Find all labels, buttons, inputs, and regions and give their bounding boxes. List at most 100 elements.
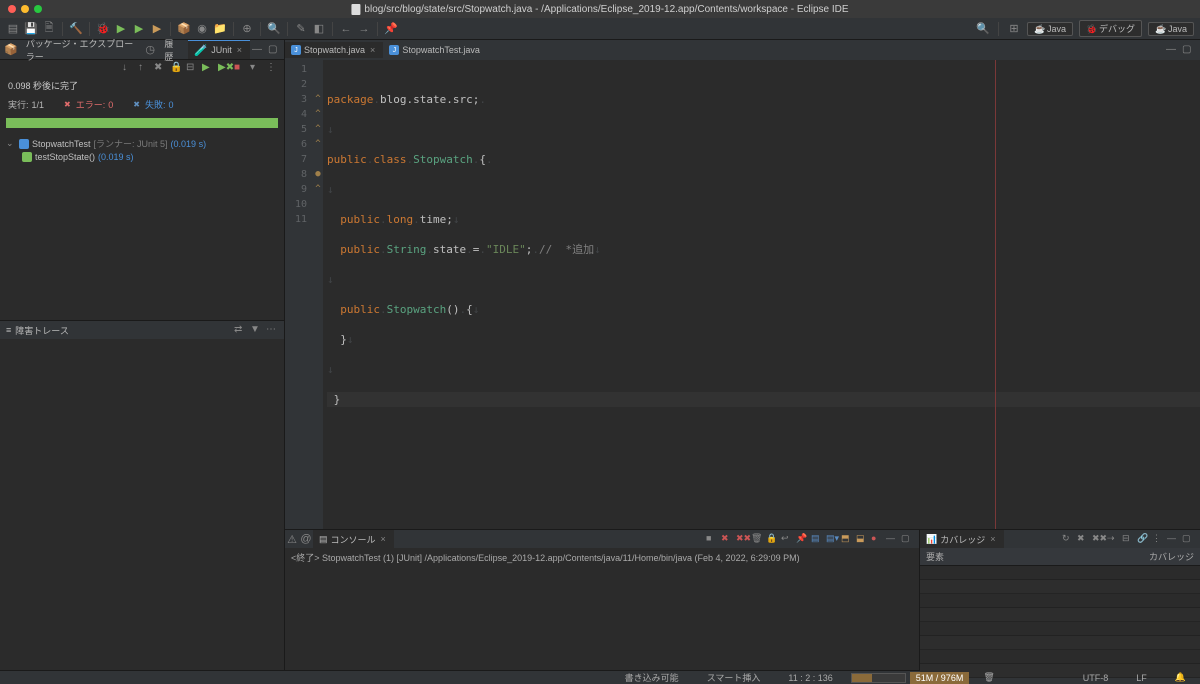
minimize-icon[interactable]: — [886, 533, 898, 545]
tab-console[interactable]: ▤ コンソール × [313, 530, 394, 549]
coverage-icon[interactable]: ▶ [132, 22, 146, 36]
expand-toggle-icon[interactable]: ⌄ [6, 138, 16, 149]
new-class-icon[interactable]: ◉ [195, 22, 209, 36]
main-area: 📦 パッケージ・エクスプローラー ◷ 履歴 🧪 JUnit × — ▢ ↓ ↑ … [0, 40, 1200, 670]
minimize-view-icon[interactable]: — [252, 44, 264, 56]
minimize-editor-icon[interactable]: — [1166, 44, 1178, 56]
window-title: blog/src/blog/state/src/Stopwatch.java -… [351, 4, 848, 15]
gc-icon[interactable]: 🗑 [969, 672, 1008, 683]
maximize-window-button[interactable] [34, 5, 42, 13]
quick-access-icon[interactable]: 🔍 [976, 22, 990, 36]
failure-trace-title: ≡ 障害トレース [6, 324, 69, 337]
view-menu-icon[interactable]: ⋮ [266, 62, 278, 74]
remove-all-sessions-icon[interactable]: ✖✖ [1092, 533, 1104, 545]
debug-icon[interactable]: 🐞 [96, 22, 110, 36]
history-dropdown-icon[interactable]: ▾ [250, 62, 262, 74]
javadoc-icon[interactable]: @ [299, 532, 313, 546]
console-remove-all-icon[interactable]: ✖✖ [736, 533, 748, 545]
run-icon[interactable]: ▶ [114, 22, 128, 36]
new-folder-icon[interactable]: 📁 [213, 22, 227, 36]
heap-bar[interactable] [851, 673, 906, 683]
close-tab-icon[interactable]: × [235, 45, 244, 55]
annotation-column[interactable]: ^^ ^^● ^ [313, 60, 323, 529]
open-perspective-icon[interactable]: ⊞ [1007, 22, 1021, 36]
collapse-all-icon[interactable]: ⊟ [1122, 533, 1134, 545]
stop-icon[interactable]: ■ [234, 62, 246, 74]
close-window-button[interactable] [8, 5, 16, 13]
tab-junit[interactable]: 🧪 JUnit × [188, 40, 250, 59]
scroll-lock-icon[interactable]: 🔒 [170, 62, 182, 74]
pin-icon[interactable]: 📌 [384, 22, 398, 36]
collapse-all-icon[interactable]: ⊟ [186, 62, 198, 74]
display-selected-icon[interactable]: ▤ [811, 533, 823, 545]
editor-tabs: J Stopwatch.java × J StopwatchTest.java … [285, 40, 1200, 60]
open-type-icon[interactable]: ⊕ [240, 22, 254, 36]
maximize-icon[interactable]: ▢ [1182, 533, 1194, 545]
test-root[interactable]: ⌄ StopwatchTest [ランナー: JUnit 5] (0.019 s… [6, 136, 278, 151]
open-console-icon[interactable]: ▤▾ [826, 533, 838, 545]
new-package-icon[interactable]: 📦 [177, 22, 191, 36]
show-on-error-icon[interactable]: ⬓ [856, 533, 868, 545]
next-failure-icon[interactable]: ↓ [122, 62, 134, 74]
show-on-output-icon[interactable]: ⬒ [841, 533, 853, 545]
view-menu-icon[interactable]: ⋮ [1152, 533, 1164, 545]
link-editor-icon[interactable]: 🔗 [1137, 533, 1149, 545]
minimize-window-button[interactable] [21, 5, 29, 13]
perspective-java[interactable]: ☕Java [1027, 22, 1073, 36]
run-last-icon[interactable]: ▶ [150, 22, 164, 36]
encoding-status[interactable]: UTF-8 [1069, 673, 1123, 683]
editor-body[interactable]: 1 2 3 4 5 6 7 8 9 10 11 ^^ ^^● ^ [285, 60, 1200, 529]
close-tab-icon[interactable]: × [988, 534, 997, 544]
new-icon[interactable]: ▤ [6, 22, 20, 36]
rerun-icon[interactable]: ▶ [202, 62, 214, 74]
editor-tab-stopwatch[interactable]: J Stopwatch.java × [285, 42, 383, 58]
maximize-view-icon[interactable]: ▢ [268, 44, 280, 56]
compare-icon[interactable]: ⇄ [234, 324, 246, 336]
perspective-debug[interactable]: 🐞デバッグ [1079, 20, 1142, 37]
maximize-editor-icon[interactable]: ▢ [1182, 44, 1194, 56]
back-icon[interactable]: ← [339, 22, 353, 36]
console-remove-icon[interactable]: ✖ [721, 533, 733, 545]
build-icon[interactable]: 🔨 [69, 22, 83, 36]
trace-menu-icon[interactable]: ⋯ [266, 324, 278, 336]
element-column[interactable]: 要素 [926, 550, 1149, 563]
line-ending-status[interactable]: LF [1122, 673, 1161, 683]
rerun-failures-icon[interactable]: ▶✖ [218, 62, 230, 74]
word-wrap-icon[interactable]: ↩ [781, 533, 793, 545]
problems-icon[interactable]: ⚠ [285, 532, 299, 546]
annotation-icon[interactable]: ◧ [312, 22, 326, 36]
save-all-icon[interactable]: 🗎 [42, 22, 56, 36]
close-tab-icon[interactable]: × [368, 45, 377, 55]
test-tree: ⌄ StopwatchTest [ランナー: JUnit 5] (0.019 s… [0, 132, 284, 167]
maximize-icon[interactable]: ▢ [901, 533, 913, 545]
close-tab-icon[interactable]: × [379, 534, 388, 544]
console-output[interactable]: <終了> StopwatchTest (1) [JUnit] /Applicat… [285, 548, 919, 670]
merge-sessions-icon[interactable]: ⇢ [1107, 533, 1119, 545]
remove-session-icon[interactable]: ✖ [1077, 533, 1089, 545]
save-icon[interactable]: 💾 [24, 22, 38, 36]
minimize-icon[interactable]: — [1167, 533, 1179, 545]
prev-failure-icon[interactable]: ↑ [138, 62, 150, 74]
toggle-mark-icon[interactable]: ✎ [294, 22, 308, 36]
clear-console-icon[interactable]: 🗑 [751, 533, 763, 545]
console-terminate-icon[interactable]: ■ [706, 533, 718, 545]
scroll-lock-icon[interactable]: 🔒 [766, 533, 778, 545]
notifications-icon[interactable]: 🔔 [1161, 672, 1200, 683]
show-failures-icon[interactable]: ✖ [154, 62, 166, 74]
pin-console-icon[interactable]: 📌 [796, 533, 808, 545]
forward-icon[interactable]: → [357, 22, 371, 36]
filter-icon[interactable]: ▼ [250, 324, 262, 336]
tab-coverage[interactable]: 📊 カバレッジ × [920, 530, 1004, 549]
search-icon[interactable]: 🔍 [267, 22, 281, 36]
history-icon[interactable]: ◷ [144, 43, 156, 57]
code-area[interactable]: package.blog.state.src;. ↓ public.class.… [323, 60, 1200, 529]
perspective-javascript[interactable]: ☕Java [1148, 22, 1194, 36]
test-child[interactable]: testStopState() (0.019 s) [6, 151, 278, 163]
heap-status[interactable]: 51M / 976M [910, 672, 970, 684]
terminate-icon[interactable]: ● [871, 533, 883, 545]
coverage-column[interactable]: カバレッジ [1149, 550, 1194, 563]
package-explorer-icon[interactable]: 📦 [4, 43, 18, 57]
editor-tab-stopwatch-test[interactable]: J StopwatchTest.java [383, 42, 486, 58]
junit-icon: 🧪 [194, 43, 208, 57]
relaunch-icon[interactable]: ↻ [1062, 533, 1074, 545]
